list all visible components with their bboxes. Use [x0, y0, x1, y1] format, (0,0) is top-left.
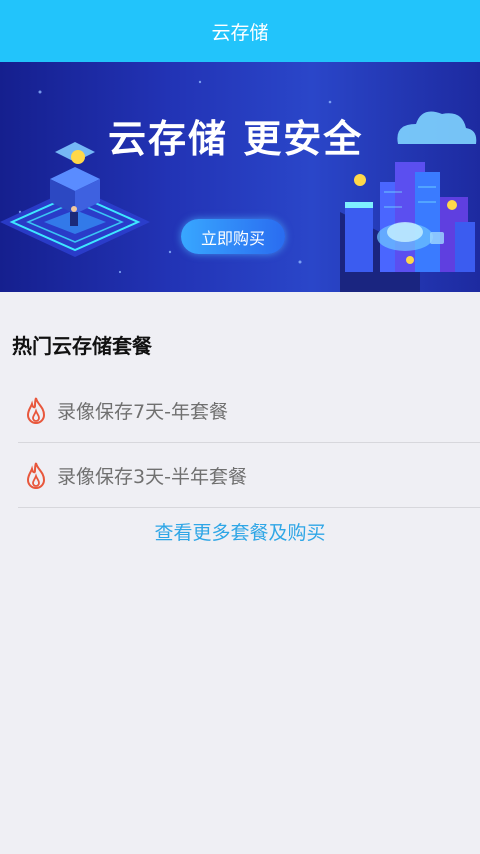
app-header: 云存储	[0, 0, 480, 62]
plan-label: 录像保存3天-半年套餐	[57, 466, 247, 488]
plan-item-3-day[interactable]: 录像保存3天-半年套餐	[18, 444, 480, 508]
plan-label: 录像保存7天-年套餐	[57, 401, 228, 423]
banner-headline: 云存储 更安全	[108, 117, 364, 161]
view-more-plans-link[interactable]: 查看更多套餐及购买	[0, 518, 480, 545]
page-title: 云存储	[211, 21, 269, 44]
section-title: 热门云存储套餐	[12, 334, 152, 358]
banner-illustration	[0, 80, 477, 292]
fire-icon	[26, 462, 46, 489]
promo-banner[interactable]: 云存储 更安全 立即购买	[0, 62, 480, 292]
fire-icon	[26, 397, 46, 424]
plan-item-7-day[interactable]: 录像保存7天-年套餐	[18, 379, 480, 443]
buy-now-button[interactable]: 立即购买	[181, 219, 285, 254]
